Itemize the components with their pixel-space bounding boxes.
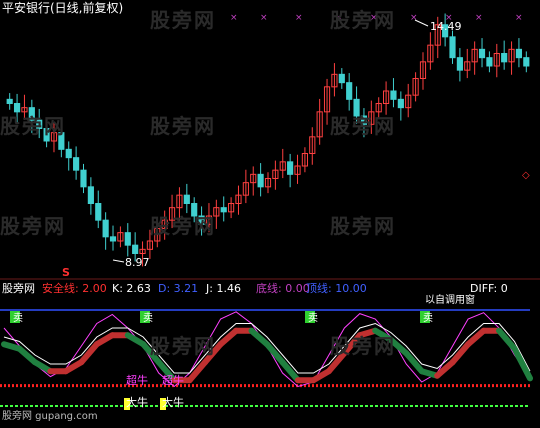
x-marker: × (260, 13, 268, 23)
trend-band (217, 327, 240, 348)
watermark: 股旁网 (330, 114, 396, 138)
low-price-label: 8.97 (125, 256, 150, 269)
kdj-indicator: 卖卖卖卖大牛超牛大牛超牛 (0, 309, 533, 410)
j-value: J: 1.46 (206, 282, 241, 295)
x-marker: × (230, 13, 238, 23)
sell-signal-label: 卖 (423, 312, 433, 324)
candle-body (390, 90, 397, 100)
footer-source: 股旁网 gupang.com (2, 411, 98, 422)
x-marker: × (475, 13, 483, 23)
trend-band (465, 327, 487, 348)
high-price-label: 14.49 (430, 20, 462, 33)
x-marker: × (410, 13, 418, 23)
candle-body (132, 244, 139, 255)
low-leader (112, 259, 125, 263)
candle-body (257, 173, 264, 188)
trend-band (279, 359, 301, 384)
candle-body (346, 82, 353, 100)
candle-body (523, 57, 530, 67)
trend-band (511, 345, 533, 382)
diamond-marker: ◇ (522, 170, 530, 181)
watermark: 股旁网 (150, 114, 216, 138)
candle-body (65, 148, 72, 159)
trend-band (16, 345, 38, 366)
window-label: 以自调用窗 (425, 295, 475, 306)
trend-band (78, 341, 100, 366)
candle-body (183, 194, 190, 205)
buy-signal-label: 大牛 (162, 395, 184, 409)
sell-signal-label: 卖 (13, 312, 23, 324)
candle-body (95, 203, 102, 221)
k-line (3, 311, 531, 388)
candle-body (449, 36, 456, 59)
candle-body (80, 169, 87, 188)
candle-body (220, 207, 227, 213)
watermark: 股旁网 (0, 214, 66, 238)
watermark: 股旁网 (330, 8, 396, 32)
watermark: 股旁网 (330, 334, 396, 358)
candle-body (102, 219, 109, 238)
chart-title: 平安银行(日线,前复权) (2, 1, 124, 15)
watermark: 股旁网 (330, 214, 396, 238)
sell-signal-label: 卖 (308, 312, 318, 324)
watermark: 股旁网 (0, 114, 66, 138)
buy-signal-label: 大牛 (126, 395, 148, 409)
candle-body (478, 48, 486, 59)
sell-signal-label: 卖 (143, 312, 153, 324)
candle-body (456, 57, 463, 71)
candle-body (515, 48, 523, 59)
x-marker: × (295, 13, 303, 23)
candle-body (287, 161, 294, 175)
k-value: K: 2.63 (112, 282, 151, 295)
site-label: 股旁网 (2, 282, 35, 295)
safe-line-value: 安全线: 2.00 (42, 282, 107, 295)
candle-body (501, 53, 508, 63)
top-line-value: 顶线: 10.00 (306, 282, 367, 295)
trend-band (449, 341, 472, 366)
d-value: D: 3.21 (158, 282, 199, 295)
strong-buy-label: 超牛 (162, 373, 184, 387)
strong-buy-label: 超牛 (126, 373, 148, 387)
trend-band (186, 359, 209, 384)
trend-band (403, 350, 425, 375)
diff-value: DIFF: 0 (470, 282, 508, 295)
candle-body (73, 157, 80, 171)
x-marker: × (515, 13, 523, 23)
s-marker: S (62, 266, 70, 279)
candle-body (6, 98, 13, 105)
bottom-line-value: 底线: 0.00 (256, 282, 310, 295)
candle-body (338, 73, 345, 84)
chart-canvas[interactable]: × × × × × × × × ×◇ 卖卖卖卖大牛超牛大牛超牛 (0, 0, 540, 424)
candle-body (109, 236, 117, 242)
watermark: 股旁网 (150, 334, 216, 358)
watermark: 股旁网 (150, 8, 216, 32)
high-leader (414, 19, 429, 27)
trend-band (496, 327, 518, 352)
trend-band (248, 327, 270, 348)
candle-body (87, 186, 94, 204)
candle-body (124, 232, 131, 246)
candlestick-series: × × × × × × × × ×◇ (6, 13, 530, 267)
candle-body (397, 98, 404, 109)
candle-body (486, 57, 493, 67)
watermark: 股旁网 (150, 214, 216, 238)
stock-chart-window: × × × × × × × × × ◇ 卖卖卖卖大牛 超牛 大牛 超牛 股旁网 股旁网 股旁网 股旁网 … (0, 0, 540, 424)
